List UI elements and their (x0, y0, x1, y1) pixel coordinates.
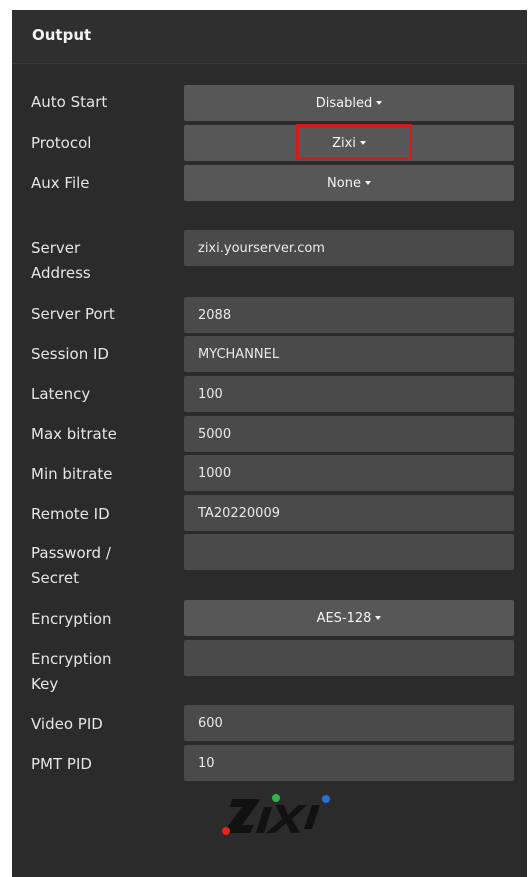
aux-file-dropdown[interactable]: None (184, 165, 514, 201)
video-pid-label: Video PID (31, 715, 103, 733)
protocol-highlight-box (296, 124, 412, 160)
auto-start-label: Auto Start (31, 93, 108, 111)
server-address-label-line2: Address (31, 264, 91, 282)
latency-value: 100 (198, 386, 223, 402)
pmt-pid-input[interactable]: 10 (184, 745, 514, 781)
remote-id-label: Remote ID (31, 505, 110, 523)
max-bitrate-value: 5000 (198, 426, 232, 442)
caret-down-icon (376, 101, 383, 105)
server-port-label: Server Port (31, 305, 115, 323)
panel-title: Output (32, 26, 92, 44)
encryption-dropdown[interactable]: AES-128 (184, 600, 514, 636)
logo-dot-green (272, 794, 280, 802)
session-id-label: Session ID (31, 345, 109, 363)
aux-file-value: None (327, 175, 361, 191)
logo-dot-blue (322, 795, 330, 803)
aux-file-label: Aux File (31, 174, 90, 192)
encryption-key-label-line1: Encryption (31, 650, 112, 668)
server-port-value: 2088 (198, 307, 232, 323)
max-bitrate-label: Max bitrate (31, 425, 117, 443)
caret-down-icon (375, 616, 382, 620)
password-label-line2: Secret (31, 569, 79, 587)
encryption-label: Encryption (31, 610, 112, 628)
min-bitrate-label: Min bitrate (31, 465, 113, 483)
logo-dot-red (222, 827, 230, 835)
server-address-value: zixi.yourserver.com (198, 240, 325, 256)
latency-label: Latency (31, 385, 91, 403)
password-label-line1: Password / (31, 544, 111, 562)
output-panel: Output Auto Start Disabled Protocol Zixi… (12, 10, 527, 877)
encryption-key-input[interactable] (184, 640, 514, 676)
min-bitrate-value: 1000 (198, 465, 232, 481)
video-pid-value: 600 (198, 715, 223, 731)
zixi-logo (222, 794, 330, 835)
latency-input[interactable]: 100 (184, 376, 514, 412)
session-id-value: MYCHANNEL (198, 346, 280, 362)
pmt-pid-value: 10 (198, 755, 215, 771)
server-address-label-line1: Server (31, 239, 81, 257)
encryption-key-label-line2: Key (31, 675, 59, 693)
auto-start-value: Disabled (315, 95, 373, 111)
max-bitrate-input[interactable]: 5000 (184, 416, 514, 452)
min-bitrate-input[interactable]: 1000 (184, 455, 514, 491)
session-id-input[interactable]: MYCHANNEL (184, 336, 514, 372)
server-port-input[interactable]: 2088 (184, 297, 514, 333)
remote-id-input[interactable]: TA20220009 (184, 495, 514, 531)
pmt-pid-label: PMT PID (31, 755, 92, 773)
encryption-value: AES-128 (316, 610, 372, 626)
server-address-input[interactable]: zixi.yourserver.com (184, 230, 514, 266)
password-input[interactable] (184, 534, 514, 570)
protocol-label: Protocol (31, 134, 92, 152)
video-pid-input[interactable]: 600 (184, 705, 514, 741)
panel-header: Output (12, 10, 527, 64)
remote-id-value: TA20220009 (198, 505, 280, 521)
auto-start-dropdown[interactable]: Disabled (184, 85, 514, 121)
caret-down-icon (364, 181, 371, 185)
